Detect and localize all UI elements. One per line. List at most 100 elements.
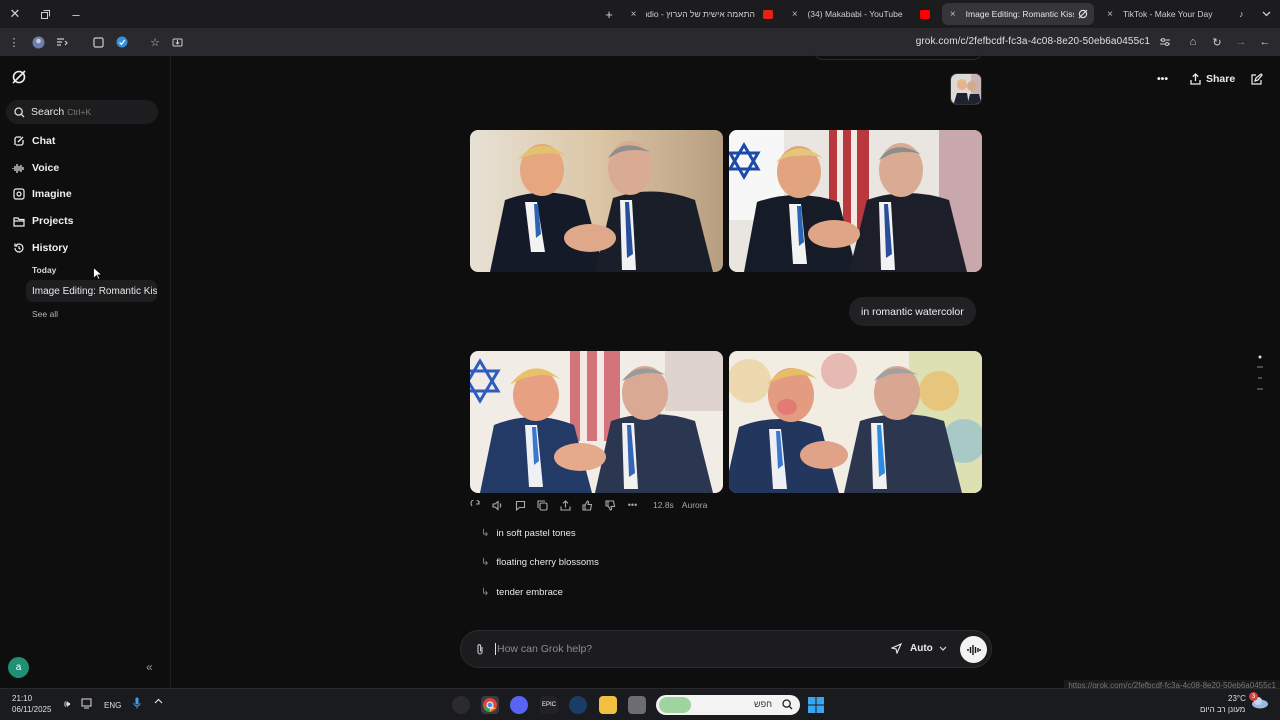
back-icon[interactable]: ← — [1257, 34, 1273, 50]
thumbs-up-icon[interactable] — [582, 499, 594, 511]
sidebar-item-history[interactable]: History — [12, 239, 68, 257]
taskbar-search-text: חפש — [754, 699, 772, 709]
install-app-icon[interactable] — [169, 34, 185, 50]
more-options-icon[interactable]: ••• — [1157, 70, 1168, 88]
taskbar-epic-icon[interactable]: EPIC — [540, 696, 558, 714]
menu-dots-icon[interactable]: ⋮ — [6, 34, 22, 50]
sidebar-item-imagine[interactable]: Imagine — [12, 185, 72, 203]
url-field[interactable]: grok.com/c/2fefbcdf-fc3a-4c08-8e20-50eb6… — [916, 36, 1150, 47]
suggestion-arrow-icon: ↳ — [481, 557, 490, 568]
taskbar-app-steam-icon[interactable] — [452, 696, 470, 714]
conversation-minimap[interactable] — [1257, 355, 1263, 393]
tab-close-icon[interactable]: × — [790, 9, 799, 20]
thumbs-down-icon[interactable] — [604, 499, 616, 511]
attached-image-thumbnail[interactable] — [950, 73, 982, 105]
tiktok-icon: ♪ — [1239, 9, 1244, 19]
generated-image-photo-2[interactable] — [729, 130, 982, 272]
more-icon[interactable]: ••• — [627, 499, 639, 511]
mode-selector[interactable]: Auto — [891, 643, 947, 654]
voice-mode-button[interactable] — [960, 636, 987, 663]
voice-icon — [12, 163, 25, 174]
copy-icon[interactable] — [537, 499, 549, 511]
imagine-icon — [12, 188, 25, 200]
search-highlight-icon — [659, 697, 691, 713]
browser-tab-bar: ✕ – + × התאמה אישית של הערוץ - Studio × … — [0, 0, 1280, 28]
youtube-studio-icon — [762, 9, 773, 19]
generated-image-watercolor-1[interactable] — [470, 351, 723, 493]
sidebar-item-projects[interactable]: Projects — [12, 212, 73, 230]
site-settings-icon[interactable] — [1157, 34, 1173, 50]
history-group-today: Today — [32, 265, 57, 275]
microphone-icon[interactable] — [133, 697, 141, 709]
language-indicator[interactable]: ENG — [104, 701, 121, 710]
tab-search-chevron-icon[interactable] — [1256, 4, 1276, 24]
attach-icon[interactable] — [475, 643, 485, 656]
tab-youtube-studio[interactable]: × התאמה אישית של הערוץ - Studio — [623, 3, 779, 25]
comment-icon[interactable] — [514, 499, 526, 511]
reading-list-icon[interactable] — [54, 34, 70, 50]
history-item[interactable]: Image Editing: Romantic Kiss Scene — [26, 280, 157, 302]
window-restore-icon[interactable] — [35, 4, 55, 24]
weather-description[interactable]: מעונן רב היום — [1200, 705, 1245, 714]
windows-start-icon[interactable] — [807, 696, 825, 714]
search-button[interactable]: Search Ctrl+K — [6, 100, 158, 124]
tab-grok-active[interactable]: × Image Editing: Romantic Kiss Sc — [942, 3, 1094, 25]
tab-title: Image Editing: Romantic Kiss Sc — [965, 9, 1074, 19]
regenerate-icon[interactable] — [469, 499, 481, 511]
clock-time[interactable]: 21:10 — [12, 694, 32, 703]
suggestion-item[interactable]: ↳ in soft pastel tones — [481, 528, 576, 539]
suggestion-arrow-icon: ↳ — [481, 528, 490, 539]
composer: How can Grok help? Auto — [460, 630, 992, 668]
see-all-link[interactable]: See all — [32, 309, 58, 319]
projects-icon — [12, 216, 25, 227]
window-close-icon[interactable]: ✕ — [5, 4, 25, 24]
weather-temp[interactable]: 23°C — [1228, 694, 1246, 703]
tab-youtube[interactable]: × (34) Makabab​i - YouTube — [784, 3, 936, 25]
share-button[interactable]: Share — [1190, 70, 1235, 88]
taskbar-chrome-icon[interactable] — [481, 696, 499, 714]
chevron-up-icon[interactable] — [154, 698, 163, 704]
collapse-sidebar-icon[interactable]: « — [146, 660, 153, 674]
taskbar-steam-icon[interactable] — [569, 696, 587, 714]
clock-date[interactable]: 06/11/2025 — [12, 705, 51, 714]
share-icon — [1190, 73, 1201, 85]
bookmark-star-icon[interactable]: ☆ — [147, 34, 163, 50]
generated-image-watercolor-2[interactable] — [729, 351, 982, 493]
volume-icon[interactable]: 🕪 — [64, 699, 70, 710]
taskbar-discord-icon[interactable] — [510, 696, 528, 714]
network-icon[interactable] — [81, 698, 92, 709]
tab-close-icon[interactable]: × — [948, 9, 958, 20]
generated-image-photo-1[interactable] — [470, 130, 723, 272]
search-icon — [782, 699, 793, 710]
home-icon[interactable]: ⌂ — [1185, 34, 1201, 50]
reload-icon[interactable]: ↻ — [1209, 34, 1225, 50]
new-chat-icon[interactable] — [1250, 70, 1263, 88]
address-bar: ⋮ ☆ grok.com/c/2fefbcdf-fc3a-4c08-8e20-5… — [0, 28, 1280, 56]
sidebar-item-voice[interactable]: Voice — [12, 159, 59, 177]
tab-close-icon[interactable]: × — [629, 9, 638, 20]
sidebar-item-label: Imagine — [32, 188, 72, 200]
taskbar-task-view-icon[interactable] — [628, 696, 646, 714]
notification-badge: 3 — [1249, 692, 1258, 701]
read-aloud-icon[interactable] — [492, 499, 504, 511]
taskbar-file-explorer-icon[interactable] — [599, 696, 617, 714]
profile-icon[interactable] — [30, 34, 46, 50]
send-mode-icon — [891, 643, 902, 654]
tab-tiktok[interactable]: × TikTok - Make Your Day ♪ — [1099, 3, 1251, 25]
taskbar-search-box[interactable]: חפש — [656, 695, 800, 715]
suggestion-item[interactable]: ↳ floating cherry blossoms — [481, 557, 599, 568]
forward-icon[interactable]: → — [1233, 34, 1249, 50]
extensions-icon[interactable] — [90, 34, 106, 50]
response-action-row: ••• 12.8s Aurora — [469, 497, 707, 513]
suggestion-item[interactable]: ↳ tender embrace — [481, 587, 563, 598]
window-minimize-icon[interactable]: – — [66, 4, 86, 24]
avatar[interactable]: a — [8, 657, 29, 678]
tab-close-icon[interactable]: × — [1105, 9, 1115, 20]
extension-blue-icon[interactable] — [114, 34, 130, 50]
sidebar-item-chat[interactable]: Chat — [12, 132, 55, 150]
chat-input[interactable]: How can Grok help? — [495, 643, 592, 655]
sidebar-item-label: Projects — [32, 215, 74, 227]
grok-logo-icon[interactable] — [11, 69, 27, 85]
share-response-icon[interactable] — [559, 499, 571, 511]
new-tab-button[interactable]: + — [599, 4, 619, 24]
